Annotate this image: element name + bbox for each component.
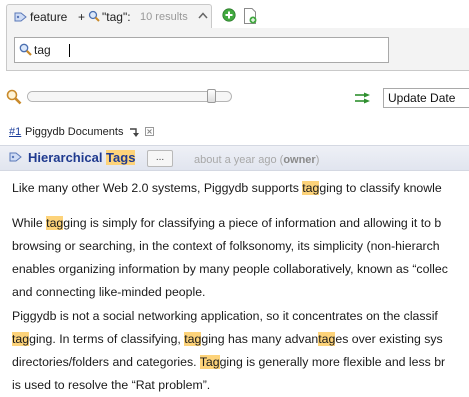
body-paragraph: While tagging is simply for classifying … [12, 212, 469, 304]
zoom-slider-track [28, 92, 211, 101]
search-icon [88, 10, 100, 22]
more-button[interactable]: ... [147, 150, 173, 167]
fragment-title-text: Hierarchical [28, 150, 107, 165]
new-document-icon[interactable] [243, 8, 257, 24]
sort-icon[interactable] [128, 127, 140, 139]
body-line: While tagging is simply for classifying … [12, 212, 469, 235]
text-segment: ging to classify knowle [319, 181, 442, 195]
body-paragraph: Like many other Web 2.0 systems, Piggydb… [12, 177, 469, 200]
search-highlight: Tag [199, 355, 220, 369]
text-segment: and connecting like-minded people. [12, 285, 206, 299]
body-line: is used to resolve the “Rat problem”. [12, 374, 469, 397]
tab-feature-label: feature [30, 10, 68, 24]
body-line: and connecting like-minded people. [12, 281, 469, 304]
zoom-slider-thumb[interactable] [206, 89, 216, 103]
result-count: 10 results [140, 11, 188, 23]
zoom-slider[interactable] [27, 89, 232, 103]
search-box[interactable] [14, 37, 389, 63]
text-segment: directories/folders and categories. [12, 355, 200, 369]
search-input[interactable] [34, 41, 374, 59]
fragment-meta-close: ) [315, 154, 320, 166]
text-caret [69, 44, 70, 57]
tag-icon [9, 152, 22, 162]
text-segment: ging. In terms of classifying, [29, 332, 185, 346]
magnifier-icon [6, 89, 22, 105]
search-highlight: tag [46, 216, 64, 230]
body-line: enables organizing information by many p… [12, 258, 469, 281]
tab-query-label: "tag": [102, 10, 131, 24]
fragment-title-highlight: Tags [106, 150, 136, 165]
result-title: Piggydb Documents [25, 126, 124, 138]
body-line: tagging. In terms of classifying, taggin… [12, 328, 469, 351]
search-icon [19, 43, 32, 56]
green-plus-icon[interactable] [222, 8, 236, 22]
text-segment: Like many other Web 2.0 systems, Piggydb… [12, 181, 303, 195]
close-icon[interactable] [145, 127, 154, 136]
body-line: browsing or searching, in the context of… [12, 235, 469, 258]
text-segment: Piggydb is not a social networking appli… [12, 309, 438, 323]
collapse-up-icon[interactable] [198, 11, 208, 21]
text-segment: es over existing sys [335, 332, 443, 346]
fragment-timestamp: about a year ago [194, 154, 277, 166]
tab-plus-label: + [78, 10, 86, 24]
body-line: Piggydb is not a social networking appli… [12, 305, 469, 328]
search-highlight: tag [12, 332, 30, 346]
fragment-meta: about a year ago (owner) [194, 154, 319, 166]
fragment-owner: owner [283, 154, 316, 166]
body-paragraph: Piggydb is not a social networking appli… [12, 305, 469, 397]
body-line: directories/folders and categories. Tagg… [12, 351, 469, 374]
text-segment: ging has many advan [201, 332, 319, 346]
search-highlight: tag [302, 181, 320, 195]
text-segment: enables organizing information by many p… [12, 262, 448, 276]
sort-direction-icon[interactable] [354, 92, 372, 104]
result-number-link[interactable]: #1 [9, 126, 21, 138]
fragment-title[interactable]: Hierarchical Tags [28, 150, 136, 165]
body-line: Like many other Web 2.0 systems, Piggydb… [12, 177, 469, 200]
search-highlight: tag [184, 332, 202, 346]
text-segment: browsing or searching, in the context of… [12, 239, 440, 253]
tab-search-results[interactable]: feature + "tag": 10 results [6, 4, 212, 28]
search-highlight: tag [318, 332, 336, 346]
text-segment: ging is generally more flexible and less… [219, 355, 446, 369]
text-segment: ging is simply for classifying a piece o… [63, 216, 442, 230]
sort-order-select[interactable]: Update Date [383, 88, 469, 108]
tag-icon [14, 12, 27, 22]
text-segment: is used to resolve the “Rat problem”. [12, 378, 211, 392]
text-segment: While [12, 216, 47, 230]
